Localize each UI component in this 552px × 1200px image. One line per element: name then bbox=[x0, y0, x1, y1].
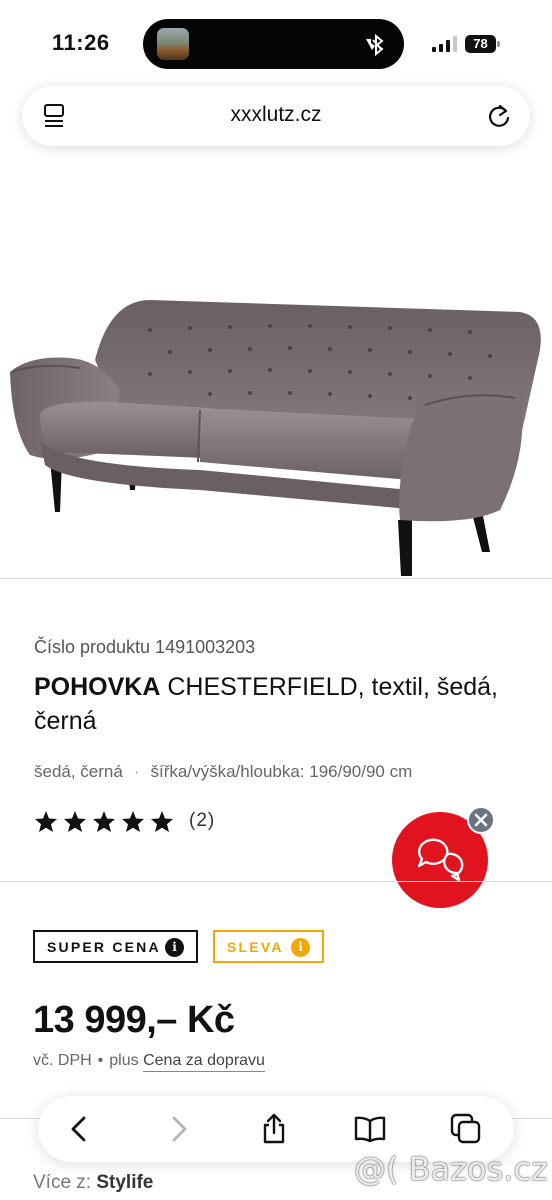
watermark: @( Bazos.cz bbox=[354, 1150, 548, 1188]
shipping-cost-link[interactable]: Cena za dopravu bbox=[143, 1052, 265, 1072]
divider bbox=[0, 578, 552, 579]
info-icon[interactable]: i bbox=[165, 938, 184, 957]
product-image-sofa[interactable] bbox=[0, 240, 552, 580]
star-icon bbox=[122, 810, 144, 832]
badge-super-cena[interactable]: SUPER CENA i bbox=[33, 930, 198, 963]
rating-count[interactable]: (2) bbox=[189, 810, 215, 832]
bluetooth-icon bbox=[366, 33, 384, 57]
bullet: • bbox=[97, 1052, 104, 1069]
cellular-signal-icon bbox=[432, 36, 457, 52]
product-number: Číslo produktu 1491003203 bbox=[34, 637, 256, 657]
chat-icon bbox=[417, 838, 464, 882]
product-dimensions: šířka/výška/hloubka: 196/90/90 cm bbox=[150, 762, 413, 781]
star-icon bbox=[64, 810, 86, 832]
status-bar: 11:26 78 bbox=[0, 0, 552, 80]
product-title: POHOVKA CHESTERFIELD, textil, šedá, čern… bbox=[34, 670, 514, 738]
more-from: Více z: Stylife bbox=[33, 1172, 153, 1194]
star-icon bbox=[93, 810, 115, 832]
back-icon[interactable] bbox=[64, 1113, 96, 1145]
product-title-type: POHOVKA bbox=[34, 673, 161, 701]
star-icon bbox=[151, 810, 173, 832]
vat-note: vč. DPH bbox=[33, 1052, 92, 1069]
dynamic-island[interactable] bbox=[143, 19, 404, 69]
badge-sleva-label: SLEVA bbox=[227, 938, 284, 955]
price: 13 999,– Kč bbox=[33, 999, 235, 1041]
info-icon[interactable]: i bbox=[291, 938, 310, 957]
forward-icon[interactable] bbox=[162, 1113, 194, 1145]
close-icon bbox=[474, 813, 488, 827]
separator-dot: · bbox=[133, 762, 140, 781]
price-note: vč. DPH • plus Cena za dopravu bbox=[33, 1052, 265, 1072]
rating[interactable]: (2) bbox=[34, 808, 215, 834]
status-time: 11:26 bbox=[52, 30, 110, 55]
star-icon bbox=[35, 810, 57, 832]
badge-sleva[interactable]: SLEVA i bbox=[213, 930, 324, 963]
product-color: šedá, černá bbox=[34, 762, 123, 781]
more-from-label: Více z: bbox=[33, 1172, 92, 1193]
battery-level: 78 bbox=[465, 35, 496, 53]
badge-super-cena-label: SUPER CENA bbox=[47, 938, 161, 955]
battery-indicator: 78 bbox=[465, 35, 501, 53]
divider bbox=[0, 881, 552, 882]
reload-icon[interactable] bbox=[486, 102, 512, 130]
plus-text: plus bbox=[109, 1052, 139, 1069]
address-bar[interactable]: xxxlutz.cz bbox=[22, 86, 530, 146]
product-attributes: šedá, černá · šířka/výška/hloubka: 196/90/… bbox=[34, 762, 412, 782]
bookmarks-icon[interactable] bbox=[354, 1113, 386, 1145]
chat-close-button[interactable] bbox=[467, 806, 495, 834]
share-icon[interactable] bbox=[258, 1113, 290, 1145]
battery-tip bbox=[497, 41, 500, 47]
url-text[interactable]: xxxlutz.cz bbox=[22, 103, 530, 127]
tab-switcher-icon[interactable] bbox=[450, 1113, 482, 1145]
now-playing-thumbnail bbox=[157, 28, 189, 60]
brand-link[interactable]: Stylife bbox=[96, 1172, 153, 1193]
